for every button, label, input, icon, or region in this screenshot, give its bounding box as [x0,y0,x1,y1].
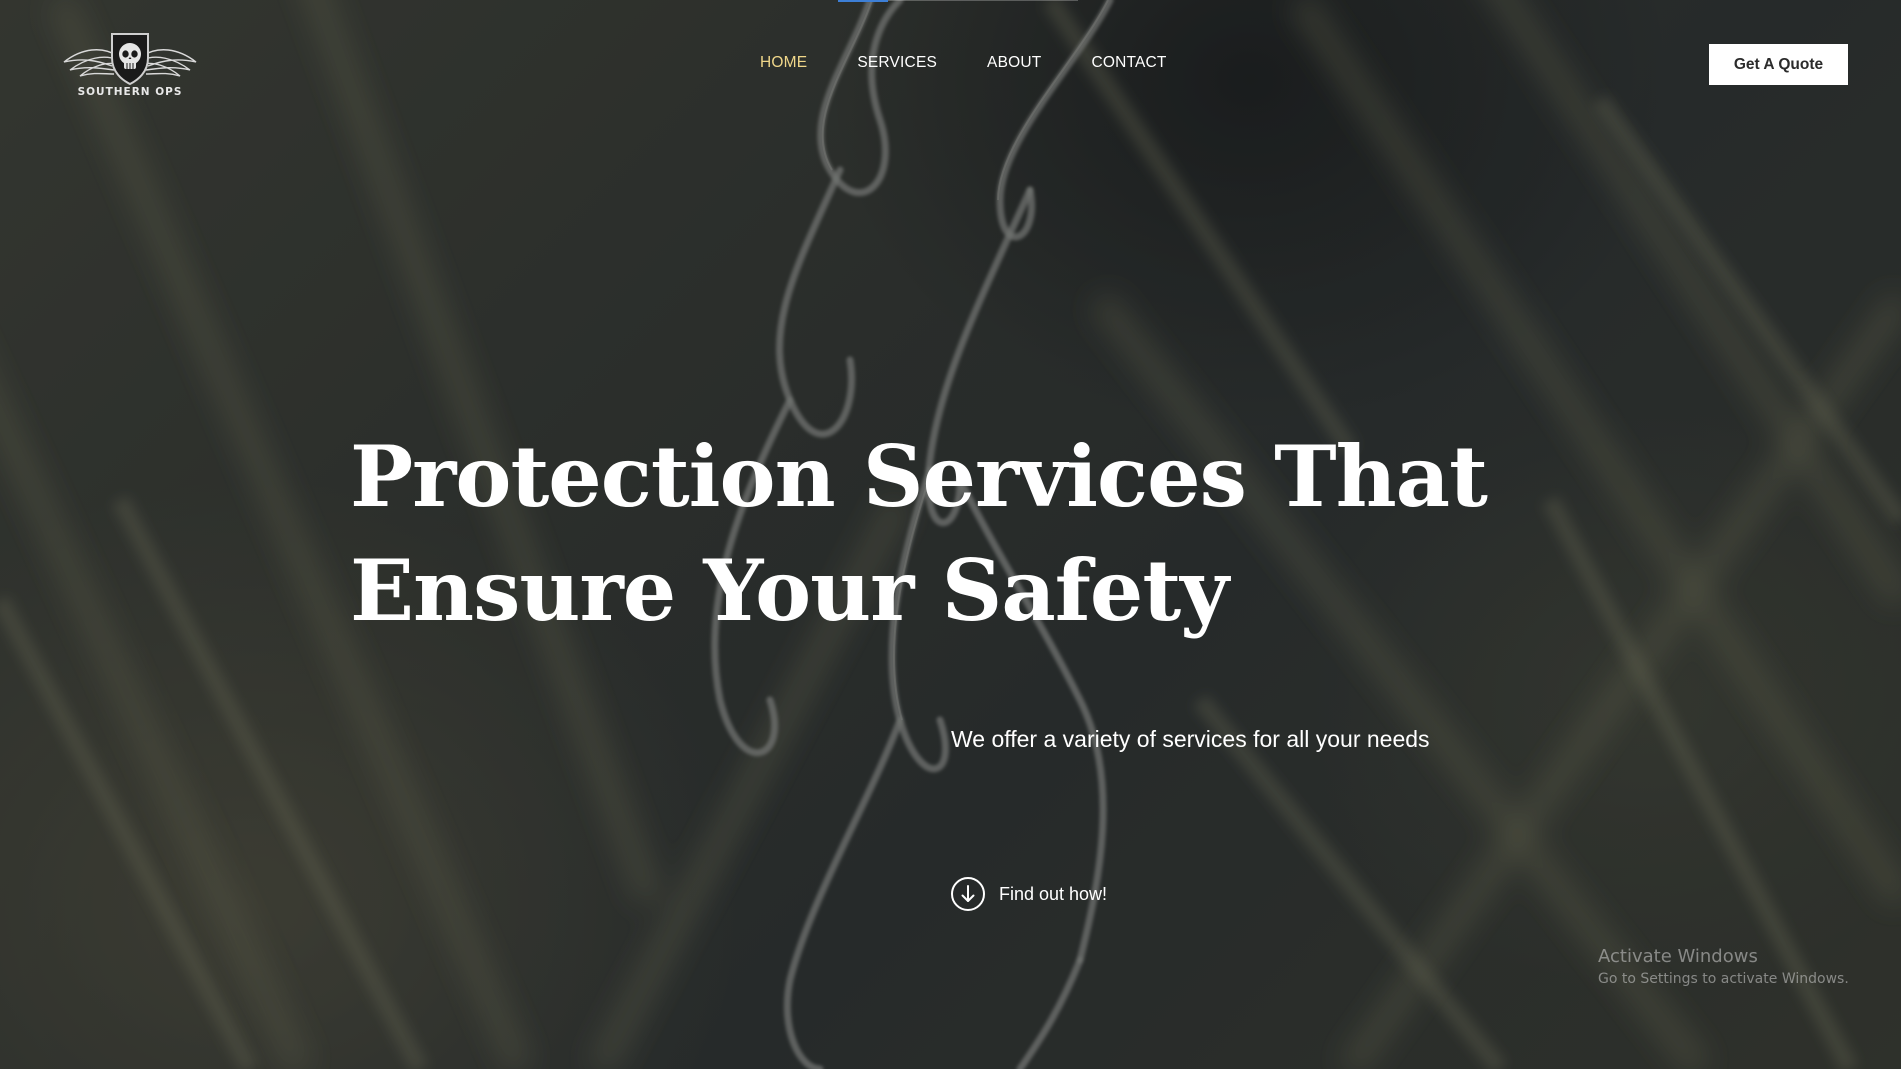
find-out-how-link[interactable]: Find out how! [951,877,1107,911]
watermark-subtitle: Go to Settings to activate Windows. [1598,971,1849,987]
logo[interactable]: SOUTHERN OPS [62,28,198,104]
page-load-indicator [838,0,888,2]
get-a-quote-button[interactable]: Get A Quote [1709,44,1848,85]
main-nav: HOME SERVICES ABOUT CONTACT [760,54,1217,72]
nav-item-about[interactable]: ABOUT [987,54,1041,72]
watermark-title: Activate Windows [1598,946,1758,967]
nav-item-contact[interactable]: CONTACT [1091,54,1166,72]
hero-section: SOUTHERN OPS HOME SERVICES ABOUT CONTACT… [0,0,1901,1069]
headline-line-1: Protection Services That [350,427,1488,526]
arrow-down-circle-icon [951,877,985,911]
nav-item-services[interactable]: SERVICES [857,54,937,72]
top-divider [888,0,1078,1]
headline-line-2: Ensure Your Safety [350,541,1229,640]
nav-item-home[interactable]: HOME [760,54,807,72]
winged-skull-shield-logo [63,33,197,86]
logo-text: SOUTHERN OPS [77,86,183,98]
find-out-how-label: Find out how! [999,883,1108,904]
windows-activation-watermark: Activate Windows Go to Settings to activ… [1598,946,1849,987]
hero-subtext: We offer a variety of services for all y… [951,726,1430,752]
hero-headline: Protection Services That Ensure Your Saf… [350,420,1550,648]
